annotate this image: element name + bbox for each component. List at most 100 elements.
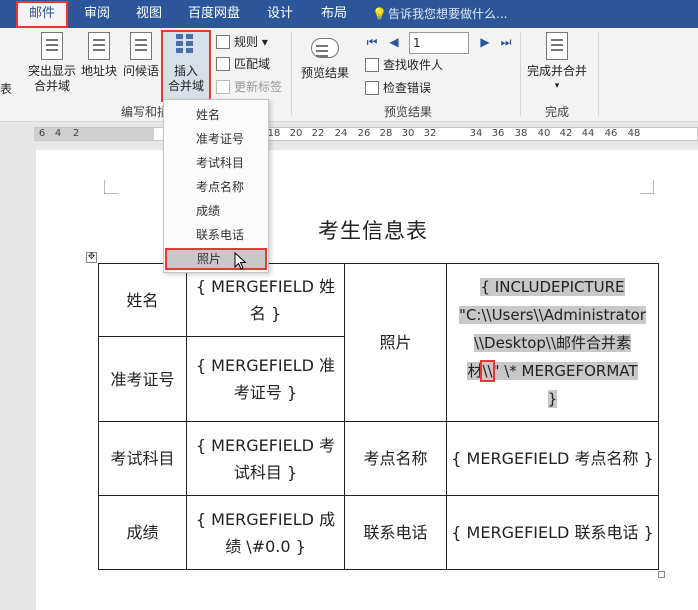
menu-item-photo[interactable]: 照片 xyxy=(165,248,267,270)
cell-field-exam-subject[interactable]: { MERGEFIELD 考试科目 } xyxy=(186,421,345,496)
cell-field-exam-site[interactable]: { MERGEFIELD 考点名称 } xyxy=(446,421,659,496)
table-row: 姓名 { MERGEFIELD 姓名 } 照片 { INCLUDEPICTURE… xyxy=(98,263,659,422)
menu-item-exam-subject[interactable]: 考试科目 xyxy=(164,152,268,174)
cell-label-exam-site: 考点名称 xyxy=(344,421,447,496)
cell-label-exam-number: 准考证号 xyxy=(98,336,187,422)
menu-item-name[interactable]: 姓名 xyxy=(164,104,268,126)
update-labels-label: 更新标签 xyxy=(234,80,283,94)
tell-me-text: 告诉我您想要做什么... xyxy=(388,7,508,21)
document-title: 考生信息表 xyxy=(318,219,428,243)
menu-item-score[interactable]: 成绩 xyxy=(164,200,268,222)
cell-field-photo[interactable]: { INCLUDEPICTURE "C:\\Users\\Administrat… xyxy=(446,263,659,422)
ribbon-cut-label: 表 xyxy=(0,82,13,96)
cell-field-phone[interactable]: { MERGEFIELD 联系电话 } xyxy=(446,495,659,570)
tab-review[interactable]: 审阅 xyxy=(76,0,118,28)
page-corner-mark xyxy=(640,180,654,194)
check-errors-button[interactable]: 检查错误 xyxy=(365,79,431,97)
rules-button[interactable]: 规则 ▾ xyxy=(216,33,268,51)
group-label-finish: 完成 xyxy=(545,105,570,119)
ruler-number: 24 xyxy=(334,128,348,139)
ribbon-separator xyxy=(520,32,521,116)
photo-field-line: " \* MERGEFORMAT xyxy=(492,361,638,380)
cell-field-name[interactable]: { MERGEFIELD 姓名 } xyxy=(186,263,345,337)
insert-merge-field-button[interactable]: 插入 合并域 xyxy=(161,30,211,102)
find-recipient-label: 查找收件人 xyxy=(383,58,444,72)
tell-me-search[interactable]: 💡告诉我您想要做什么... xyxy=(372,0,507,28)
document-margin xyxy=(0,145,36,610)
insert-merge-field-icon xyxy=(174,32,198,60)
match-fields-button[interactable]: 匹配域 xyxy=(216,55,270,73)
preview-results-button[interactable]: 预览结果 xyxy=(298,32,352,81)
finish-merge-icon xyxy=(546,32,568,60)
ribbon-separator xyxy=(598,32,599,116)
table-resize-handle[interactable] xyxy=(658,571,665,578)
insert-merge-field-label: 插入 合并域 xyxy=(167,64,204,93)
tab-baidu-netdisk[interactable]: 百度网盘 xyxy=(180,0,248,28)
next-record-icon[interactable]: ▶ xyxy=(478,35,492,49)
rules-icon xyxy=(216,35,230,49)
check-errors-label: 检查错误 xyxy=(383,81,432,95)
photo-field-line: \\Desktop\\邮件合并素 xyxy=(473,333,632,352)
ruler-number: 34 xyxy=(469,128,483,139)
ruler-number: 26 xyxy=(357,128,371,139)
ruler-number: 4 xyxy=(54,128,62,139)
ruler-number: 22 xyxy=(311,128,325,139)
ruler-number: 6 xyxy=(38,128,46,139)
mouse-cursor-icon xyxy=(234,252,247,270)
photo-field-line: 材 xyxy=(467,361,483,380)
ruler-number: 38 xyxy=(514,128,528,139)
horizontal-ruler[interactable]: 6 4 2 18 20 22 24 26 28 30 32 34 36 38 4… xyxy=(0,123,698,145)
match-fields-icon xyxy=(216,57,230,71)
highlight-merge-fields-button[interactable]: 突出显示 合并域 xyxy=(26,32,78,94)
table-row: 考试科目 { MERGEFIELD 考试科目 } 考点名称 { MERGEFIE… xyxy=(98,421,659,496)
table-move-handle-icon[interactable]: ✥ xyxy=(86,252,97,263)
finish-merge-button[interactable]: 完成并合并 ▾ xyxy=(524,32,590,94)
ribbon-tab-bar: 邮件 审阅 视图 百度网盘 设计 布局 💡告诉我您想要做什么... xyxy=(0,0,698,28)
tab-design[interactable]: 设计 xyxy=(258,0,302,28)
tab-view[interactable]: 视图 xyxy=(128,0,170,28)
preview-results-label: 预览结果 xyxy=(300,66,349,80)
lightbulb-icon: 💡 xyxy=(372,7,387,21)
group-label-preview: 预览结果 xyxy=(384,105,433,119)
ruler-number: 44 xyxy=(581,128,595,139)
ruler-number: 42 xyxy=(559,128,573,139)
cell-label-photo: 照片 xyxy=(344,263,447,422)
rules-label: 规则 xyxy=(234,35,259,49)
preview-abc-icon xyxy=(311,38,339,58)
menu-item-exam-site[interactable]: 考点名称 xyxy=(164,176,268,198)
cell-field-exam-number[interactable]: { MERGEFIELD 准考证号 } xyxy=(186,336,345,422)
photo-field-backslash-highlight: \\ xyxy=(480,359,495,382)
ribbon: 表 突出显示 合并域 地址块 问候语 插入 合并域 规则 ▾ 匹配域 更新标签 … xyxy=(0,28,698,122)
tab-layout[interactable]: 布局 xyxy=(312,0,356,28)
tab-mailings[interactable]: 邮件 xyxy=(16,1,68,28)
table-row: 成绩 { MERGEFIELD 成绩 \#0.0 } 联系电话 { MERGEF… xyxy=(98,495,659,570)
photo-field-line: } xyxy=(547,389,558,408)
greeting-line-label: 问候语 xyxy=(122,64,159,78)
last-record-icon[interactable]: ⏭ xyxy=(499,35,513,49)
ruler-number: 48 xyxy=(627,128,641,139)
ruler-number: 32 xyxy=(423,128,437,139)
match-fields-label: 匹配域 xyxy=(234,57,271,71)
ruler-number: 20 xyxy=(289,128,303,139)
ruler-number: 30 xyxy=(401,128,415,139)
greeting-line-button[interactable]: 问候语 xyxy=(121,32,161,79)
first-record-icon[interactable]: ⏮ xyxy=(365,35,379,49)
record-number-input[interactable]: 1 xyxy=(409,32,469,54)
cell-field-score[interactable]: { MERGEFIELD 成绩 \#0.0 } xyxy=(186,495,345,570)
cell-label-score: 成绩 xyxy=(98,495,187,570)
cell-label-phone: 联系电话 xyxy=(344,495,447,570)
address-block-icon xyxy=(88,32,110,60)
ruler-number: 2 xyxy=(72,128,80,139)
photo-field-line: { INCLUDEPICTURE xyxy=(480,277,625,296)
address-block-button[interactable]: 地址块 xyxy=(80,32,118,79)
update-labels-button[interactable]: 更新标签 xyxy=(216,78,282,96)
previous-record-icon[interactable]: ◀ xyxy=(387,35,401,49)
menu-item-phone[interactable]: 联系电话 xyxy=(164,224,268,246)
highlight-merge-fields-label: 突出显示 合并域 xyxy=(27,64,76,93)
find-recipient-button[interactable]: 查找收件人 xyxy=(365,56,443,74)
chevron-down-icon: ▾ xyxy=(554,81,560,91)
chevron-down-icon: ▾ xyxy=(261,35,268,49)
ruler-number: 36 xyxy=(491,128,505,139)
group-label-write-insert: 编写和插 xyxy=(121,105,170,119)
menu-item-exam-number[interactable]: 准考证号 xyxy=(164,128,268,150)
